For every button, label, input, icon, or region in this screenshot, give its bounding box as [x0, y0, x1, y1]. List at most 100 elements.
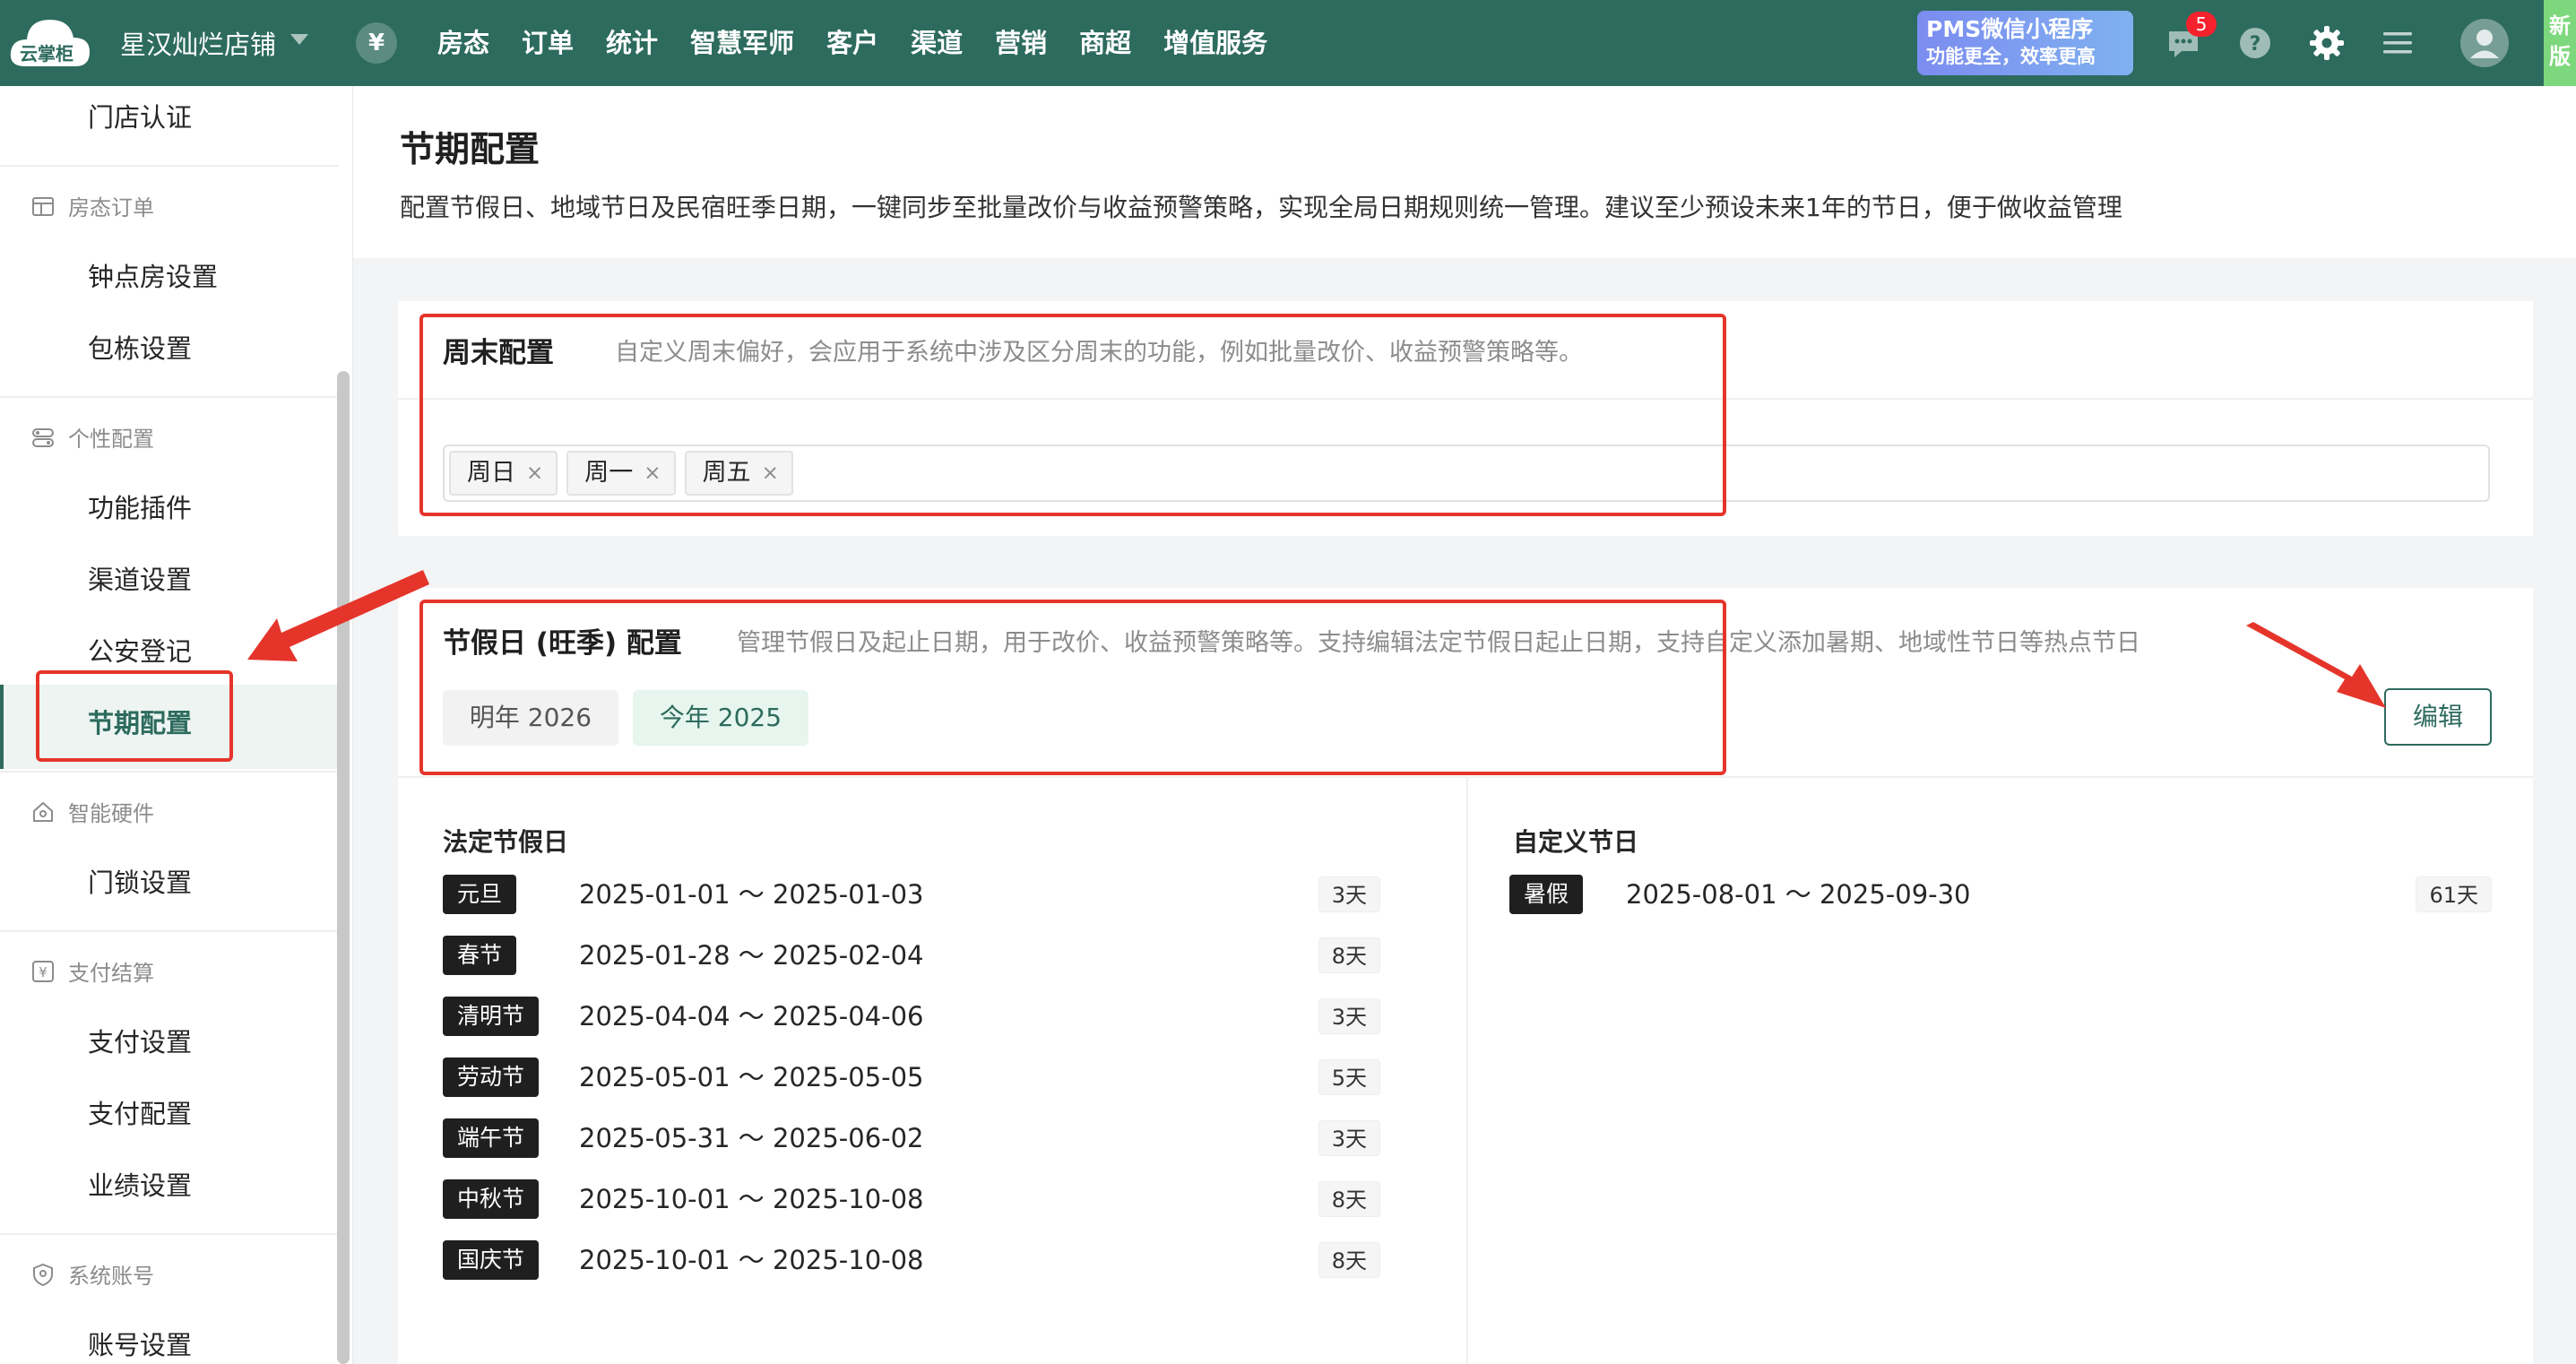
sidebar-item-performance-settings[interactable]: 业绩设置 [88, 1165, 192, 1203]
home-device-icon [33, 801, 53, 822]
holiday-name-tag: 劳动节 [443, 1058, 540, 1097]
nav-item-store[interactable]: 商超 [1063, 0, 1147, 86]
holiday-row: 春节 2025-01-28 ～ 2025-02-04 8天 [443, 936, 1380, 975]
close-icon[interactable]: × [762, 453, 779, 494]
gear-icon[interactable] [2308, 24, 2346, 62]
holiday-days-badge: 8天 [1318, 1181, 1380, 1217]
nav-item-room-status[interactable]: 房态 [421, 0, 506, 86]
sidebar-item-account-settings[interactable]: 账号设置 [88, 1325, 192, 1362]
holiday-days-badge: 8天 [1318, 1242, 1380, 1278]
avatar-icon[interactable] [2459, 18, 2510, 68]
holiday-row: 暑假 2025-08-01 ～ 2025-09-30 61天 [1509, 875, 2492, 914]
sidebar-item-police-registration[interactable]: 公安登记 [88, 631, 192, 669]
sidebar-group-system-account[interactable]: 系统账号 [30, 1258, 154, 1290]
nav-item-customers[interactable]: 客户 [810, 0, 895, 86]
weekday-tag-label: 周一 [584, 459, 634, 487]
currency-button[interactable]: ¥ [356, 22, 397, 64]
column-divider [1466, 778, 1468, 1364]
sidebar-divider [0, 930, 339, 932]
sidebar-item-payment-config[interactable]: 支付配置 [88, 1093, 192, 1131]
holiday-name-tag: 国庆节 [443, 1240, 540, 1280]
weekday-tag-label: 周日 [467, 459, 515, 487]
holiday-config-title: 节假日 (旺季) 配置 [443, 627, 682, 660]
tab-this-year[interactable]: 今年 2025 [633, 690, 808, 746]
mini-program-promo[interactable]: PMS微信小程序 功能更全，效率更高 [1917, 11, 2133, 75]
sidebar-group-smart-hardware[interactable]: 智能硬件 [30, 796, 154, 827]
close-icon[interactable]: × [526, 453, 543, 494]
weekday-tag: 周一 × [566, 451, 676, 496]
sidebar-item-plugins[interactable]: 功能插件 [88, 488, 192, 525]
top-bar: 云掌柜 星汉灿烂店铺 ¥ 房态 订单 统计 智慧军师 客户 渠道 营销 商超 增… [0, 0, 2576, 86]
holiday-days-badge: 5天 [1318, 1059, 1380, 1095]
sidebar-scrollbar[interactable] [337, 371, 350, 1364]
main-nav: 房态 订单 统计 智慧军师 客户 渠道 营销 商超 增值服务 [421, 0, 1284, 86]
sidebar: 门店认证 房态订单 钟点房设置 包栋设置 个性配置 功能插件 渠道设置 公安登记… [0, 86, 353, 1364]
holiday-date-range: 2025-05-31 ～ 2025-06-02 [579, 1123, 924, 1153]
nav-item-advisor[interactable]: 智慧军师 [674, 0, 810, 86]
nav-item-channels[interactable]: 渠道 [895, 0, 979, 86]
edit-button[interactable]: 编辑 [2384, 688, 2492, 746]
sidebar-divider [0, 1233, 339, 1235]
page-title: 节期配置 [400, 130, 540, 170]
sidebar-divider [0, 771, 339, 773]
custom-holidays-title: 自定义节日 [1513, 827, 1639, 857]
sidebar-group-label: 支付结算 [68, 961, 154, 986]
holiday-date-range: 2025-05-01 ～ 2025-05-05 [579, 1062, 924, 1092]
holiday-date-range: 2025-04-04 ～ 2025-04-06 [579, 1001, 924, 1032]
tab-next-year[interactable]: 明年 2026 [443, 690, 618, 746]
holiday-date-range: 2025-08-01 ～ 2025-09-30 [1626, 879, 1971, 910]
sidebar-group-payment[interactable]: ¥ 支付结算 [30, 955, 154, 987]
sidebar-item-hourly-room[interactable]: 钟点房设置 [88, 256, 218, 294]
menu-icon[interactable] [2382, 29, 2414, 57]
new-version-switch[interactable]: 新版 [2544, 0, 2576, 86]
sidebar-item-whole-house[interactable]: 包栋设置 [88, 328, 192, 366]
weekend-config-title: 周末配置 [443, 337, 554, 369]
legal-holidays-title: 法定节假日 [443, 827, 569, 857]
holiday-days-badge: 3天 [1318, 876, 1380, 912]
weekend-config-description: 自定义周末偏好，会应用于系统中涉及区分周末的功能，例如批量改价、收益预警策略等。 [615, 339, 1583, 367]
holiday-date-range: 2025-10-01 ～ 2025-10-08 [579, 1245, 924, 1275]
sidebar-item-store-certification[interactable]: 门店认证 [88, 97, 192, 134]
close-icon[interactable]: × [644, 453, 661, 494]
holiday-row: 国庆节 2025-10-01 ～ 2025-10-08 8天 [443, 1240, 1380, 1280]
promo-title: PMS微信小程序 [1926, 16, 2094, 42]
nav-item-value-added[interactable]: 增值服务 [1147, 0, 1284, 86]
holiday-date-range: 2025-01-01 ～ 2025-01-03 [579, 879, 924, 910]
chevron-down-icon[interactable] [290, 34, 308, 45]
sidebar-item-holiday-config[interactable]: 节期配置 [88, 703, 192, 740]
holiday-days-badge: 61天 [2416, 876, 2492, 912]
promo-subtitle: 功能更全，效率更高 [1926, 46, 2096, 67]
sidebar-group-label: 系统账号 [68, 1264, 154, 1289]
holiday-name-tag: 春节 [443, 936, 517, 975]
message-count-badge: 5 [2186, 12, 2217, 37]
sidebar-item-payment-settings[interactable]: 支付设置 [88, 1022, 192, 1059]
weekend-days-select[interactable]: 周日 × 周一 × 周五 × [443, 445, 2490, 502]
sidebar-item-door-lock[interactable]: 门锁设置 [88, 862, 192, 900]
sidebar-item-channel-settings[interactable]: 渠道设置 [88, 559, 192, 597]
weekday-tag-label: 周五 [702, 459, 751, 487]
weekday-tag: 周五 × [684, 451, 793, 496]
holiday-row: 劳动节 2025-05-01 ～ 2025-05-05 5天 [443, 1058, 1380, 1097]
calendar-icon [32, 196, 54, 216]
settings-toggle-icon [32, 427, 54, 447]
holiday-date-range: 2025-01-28 ～ 2025-02-04 [579, 940, 924, 971]
holiday-config-description: 管理节假日及起止日期，用于改价、收益预警策略等。支持编辑法定节假日起止日期，支持… [737, 629, 2140, 657]
sidebar-group-personal-config[interactable]: 个性配置 [30, 421, 154, 453]
holiday-name-tag: 端午节 [443, 1118, 540, 1158]
nav-item-statistics[interactable]: 统计 [590, 0, 674, 86]
holiday-row: 中秋节 2025-10-01 ～ 2025-10-08 8天 [443, 1179, 1380, 1219]
page-description: 配置节假日、地域节日及民宿旺季日期，一键同步至批量改价与收益预警策略，实现全局日… [400, 193, 2122, 222]
logo-text: 云掌柜 [20, 43, 73, 65]
brand-logo[interactable]: 云掌柜 [7, 13, 93, 72]
holiday-days-badge: 3天 [1318, 1120, 1380, 1156]
nav-item-marketing[interactable]: 营销 [979, 0, 1063, 86]
store-switcher[interactable]: 星汉灿烂店铺 [120, 24, 276, 62]
sidebar-group-label: 房态订单 [68, 195, 154, 220]
yen-icon: ¥ [32, 960, 54, 982]
sidebar-group-room-orders[interactable]: 房态订单 [30, 190, 154, 221]
help-icon[interactable]: ? [2238, 26, 2272, 60]
nav-item-orders[interactable]: 订单 [506, 0, 590, 86]
holiday-days-badge: 3天 [1318, 998, 1380, 1034]
holiday-name-tag: 中秋节 [443, 1179, 540, 1219]
holiday-row: 清明节 2025-04-04 ～ 2025-04-06 3天 [443, 997, 1380, 1036]
